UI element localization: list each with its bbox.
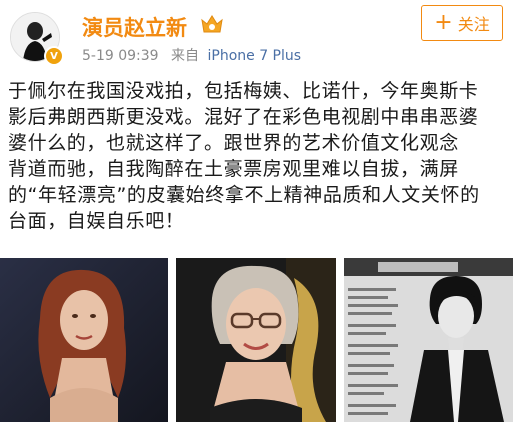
post-text-line: 台面，自娱自乐吧！ <box>8 210 185 232</box>
vip-crown-icon[interactable] <box>199 13 225 35</box>
magazine-page-image <box>344 258 513 422</box>
device-link[interactable]: iPhone 7 Plus <box>207 48 301 64</box>
username[interactable]: 演员赵立新 <box>82 12 187 42</box>
follow-label: 关注 <box>457 15 490 34</box>
post-text-line: 影后弗朗西斯更没戏。混好了在彩色电视剧中串串恶婆 <box>8 106 479 128</box>
post-meta: 5-19 09:39 来自 iPhone 7 Plus <box>82 45 301 65</box>
woman-portrait-image <box>0 258 168 422</box>
post-text-line: 婆什么的，也就这样了。跟世界的艺术价值文化观念 <box>8 132 459 154</box>
post-body: 于佩尔在我国没戏拍，包括梅姨、比诺什，今年奥斯卡 影后弗朗西斯更没戏。混好了在彩… <box>8 78 508 234</box>
photo-2[interactable] <box>176 258 336 422</box>
plus-icon: + <box>434 10 453 35</box>
post-text-line: 背道而驰，自我陶醉在土豪票房观里难以自拔，满屏 <box>8 158 459 180</box>
photo-1[interactable] <box>0 258 168 422</box>
follow-button[interactable]: + 关注 <box>421 5 503 41</box>
woman-glasses-portrait-image <box>176 258 336 422</box>
source-prefix: 来自 <box>171 48 200 64</box>
timestamp: 5-19 09:39 <box>82 48 159 64</box>
verified-badge-icon: V <box>44 46 64 66</box>
post-text-line: 的“年轻漂亮”的皮囊始终拿不上精神品质和人文关怀的 <box>8 184 480 206</box>
post-text-line: 于佩尔在我国没戏拍，包括梅姨、比诺什，今年奥斯卡 <box>8 80 479 102</box>
photo-3[interactable] <box>344 258 513 422</box>
